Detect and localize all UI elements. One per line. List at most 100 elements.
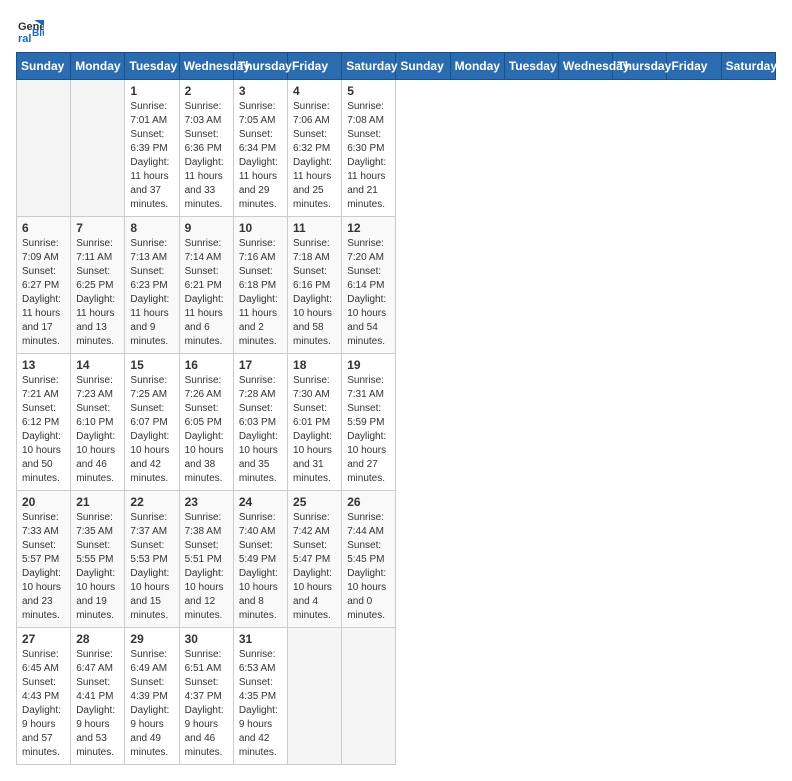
day-cell: 22 Sunrise: 7:37 AM Sunset: 5:53 PM Dayli… — [125, 491, 179, 628]
day-info: Sunrise: 7:37 AM Sunset: 5:53 PM Dayligh… — [130, 511, 173, 623]
day-number: 25 — [293, 495, 336, 509]
week-row-2: 6 Sunrise: 7:09 AM Sunset: 6:27 PM Daylig… — [17, 217, 776, 354]
day-number: 4 — [293, 84, 336, 98]
svg-text:Blue: Blue — [32, 28, 44, 39]
day-cell: 10Sunrise: 7:16 AM Sunset: 6:18 PM Dayli… — [233, 217, 287, 354]
day-number: 18 — [293, 358, 336, 372]
day-cell — [288, 628, 342, 765]
col-header-saturday: Saturday — [721, 53, 775, 80]
col-header-sunday: Sunday — [396, 53, 450, 80]
day-info: Sunrise: 7:03 AM Sunset: 6:36 PM Dayligh… — [185, 100, 228, 212]
page-header: Gene ral Blue — [16, 16, 776, 44]
day-cell: 5 Sunrise: 7:08 AM Sunset: 6:30 PM Daylig… — [342, 80, 396, 217]
calendar-table: SundayMondayTuesdayWednesdayThursdayFrid… — [16, 52, 776, 765]
day-cell: 12Sunrise: 7:20 AM Sunset: 6:14 PM Dayli… — [342, 217, 396, 354]
day-cell: 11Sunrise: 7:18 AM Sunset: 6:16 PM Dayli… — [288, 217, 342, 354]
col-header-saturday: Saturday — [342, 53, 396, 80]
col-header-tuesday: Tuesday — [504, 53, 558, 80]
day-cell: 23 Sunrise: 7:38 AM Sunset: 5:51 PM Dayli… — [179, 491, 233, 628]
day-info: Sunrise: 7:35 AM Sunset: 5:55 PM Dayligh… — [76, 511, 119, 623]
day-number: 13 — [22, 358, 65, 372]
day-info: Sunrise: 7:44 AM Sunset: 5:45 PM Dayligh… — [347, 511, 390, 623]
day-info: Sunrise: 7:13 AM Sunset: 6:23 PM Dayligh… — [130, 237, 173, 349]
day-number: 27 — [22, 632, 65, 646]
day-cell: 30 Sunrise: 6:51 AM Sunset: 4:37 PM Dayli… — [179, 628, 233, 765]
day-info: Sunrise: 7:11 AM Sunset: 6:25 PM Dayligh… — [76, 237, 119, 349]
day-info: Sunrise: 6:45 AM Sunset: 4:43 PM Dayligh… — [22, 648, 65, 760]
day-info: Sunrise: 7:42 AM Sunset: 5:47 PM Dayligh… — [293, 511, 336, 623]
col-header-wednesday: Wednesday — [179, 53, 233, 80]
day-number: 16 — [185, 358, 228, 372]
week-row-4: 20 Sunrise: 7:33 AM Sunset: 5:57 PM Dayli… — [17, 491, 776, 628]
day-info: Sunrise: 7:14 AM Sunset: 6:21 PM Dayligh… — [185, 237, 228, 349]
day-cell: 13Sunrise: 7:21 AM Sunset: 6:12 PM Dayli… — [17, 354, 71, 491]
day-info: Sunrise: 6:47 AM Sunset: 4:41 PM Dayligh… — [76, 648, 119, 760]
day-cell: 25 Sunrise: 7:42 AM Sunset: 5:47 PM Dayli… — [288, 491, 342, 628]
day-cell: 3 Sunrise: 7:05 AM Sunset: 6:34 PM Daylig… — [233, 80, 287, 217]
day-info: Sunrise: 7:28 AM Sunset: 6:03 PM Dayligh… — [239, 374, 282, 486]
day-number: 28 — [76, 632, 119, 646]
day-cell: 27 Sunrise: 6:45 AM Sunset: 4:43 PM Dayli… — [17, 628, 71, 765]
day-cell: 31Sunrise: 6:53 AM Sunset: 4:35 PM Dayli… — [233, 628, 287, 765]
day-number: 1 — [130, 84, 173, 98]
day-cell: 18 Sunrise: 7:30 AM Sunset: 6:01 PM Dayli… — [288, 354, 342, 491]
day-number: 22 — [130, 495, 173, 509]
day-info: Sunrise: 7:18 AM Sunset: 6:16 PM Dayligh… — [293, 237, 336, 349]
day-cell — [342, 628, 396, 765]
day-number: 30 — [185, 632, 228, 646]
day-info: Sunrise: 7:26 AM Sunset: 6:05 PM Dayligh… — [185, 374, 228, 486]
logo-icon: Gene ral Blue — [16, 16, 44, 44]
day-info: Sunrise: 6:49 AM Sunset: 4:39 PM Dayligh… — [130, 648, 173, 760]
day-number: 6 — [22, 221, 65, 235]
day-cell: 19 Sunrise: 7:31 AM Sunset: 5:59 PM Dayli… — [342, 354, 396, 491]
day-info: Sunrise: 7:01 AM Sunset: 6:39 PM Dayligh… — [130, 100, 173, 212]
day-number: 29 — [130, 632, 173, 646]
day-cell — [17, 80, 71, 217]
day-cell: 6 Sunrise: 7:09 AM Sunset: 6:27 PM Daylig… — [17, 217, 71, 354]
day-cell: 8 Sunrise: 7:13 AM Sunset: 6:23 PM Daylig… — [125, 217, 179, 354]
col-header-friday: Friday — [288, 53, 342, 80]
col-header-wednesday: Wednesday — [559, 53, 613, 80]
day-number: 8 — [130, 221, 173, 235]
day-number: 5 — [347, 84, 390, 98]
day-info: Sunrise: 7:05 AM Sunset: 6:34 PM Dayligh… — [239, 100, 282, 212]
logo: Gene ral Blue — [16, 16, 48, 44]
day-number: 26 — [347, 495, 390, 509]
day-info: Sunrise: 7:30 AM Sunset: 6:01 PM Dayligh… — [293, 374, 336, 486]
day-number: 21 — [76, 495, 119, 509]
day-info: Sunrise: 7:38 AM Sunset: 5:51 PM Dayligh… — [185, 511, 228, 623]
day-info: Sunrise: 7:16 AM Sunset: 6:18 PM Dayligh… — [239, 237, 282, 349]
day-cell: 24Sunrise: 7:40 AM Sunset: 5:49 PM Dayli… — [233, 491, 287, 628]
day-cell: 28 Sunrise: 6:47 AM Sunset: 4:41 PM Dayli… — [71, 628, 125, 765]
day-number: 9 — [185, 221, 228, 235]
week-row-1: 1 Sunrise: 7:01 AM Sunset: 6:39 PM Daylig… — [17, 80, 776, 217]
day-info: Sunrise: 7:08 AM Sunset: 6:30 PM Dayligh… — [347, 100, 390, 212]
day-info: Sunrise: 6:51 AM Sunset: 4:37 PM Dayligh… — [185, 648, 228, 760]
day-cell: 1 Sunrise: 7:01 AM Sunset: 6:39 PM Daylig… — [125, 80, 179, 217]
day-number: 3 — [239, 84, 282, 98]
day-cell: 21 Sunrise: 7:35 AM Sunset: 5:55 PM Dayli… — [71, 491, 125, 628]
day-info: Sunrise: 7:33 AM Sunset: 5:57 PM Dayligh… — [22, 511, 65, 623]
day-info: Sunrise: 7:06 AM Sunset: 6:32 PM Dayligh… — [293, 100, 336, 212]
day-info: Sunrise: 7:31 AM Sunset: 5:59 PM Dayligh… — [347, 374, 390, 486]
day-number: 7 — [76, 221, 119, 235]
day-cell: 2Sunrise: 7:03 AM Sunset: 6:36 PM Daylig… — [179, 80, 233, 217]
day-cell: 17Sunrise: 7:28 AM Sunset: 6:03 PM Dayli… — [233, 354, 287, 491]
day-info: Sunrise: 6:53 AM Sunset: 4:35 PM Dayligh… — [239, 648, 282, 760]
day-info: Sunrise: 7:23 AM Sunset: 6:10 PM Dayligh… — [76, 374, 119, 486]
col-header-thursday: Thursday — [233, 53, 287, 80]
day-number: 14 — [76, 358, 119, 372]
day-info: Sunrise: 7:40 AM Sunset: 5:49 PM Dayligh… — [239, 511, 282, 623]
day-number: 20 — [22, 495, 65, 509]
day-cell: 29 Sunrise: 6:49 AM Sunset: 4:39 PM Dayli… — [125, 628, 179, 765]
col-header-thursday: Thursday — [613, 53, 667, 80]
day-info: Sunrise: 7:25 AM Sunset: 6:07 PM Dayligh… — [130, 374, 173, 486]
week-row-3: 13Sunrise: 7:21 AM Sunset: 6:12 PM Dayli… — [17, 354, 776, 491]
col-header-sunday: Sunday — [17, 53, 71, 80]
day-number: 19 — [347, 358, 390, 372]
day-number: 12 — [347, 221, 390, 235]
day-cell: 20 Sunrise: 7:33 AM Sunset: 5:57 PM Dayli… — [17, 491, 71, 628]
day-info: Sunrise: 7:09 AM Sunset: 6:27 PM Dayligh… — [22, 237, 65, 349]
day-cell — [71, 80, 125, 217]
day-number: 23 — [185, 495, 228, 509]
